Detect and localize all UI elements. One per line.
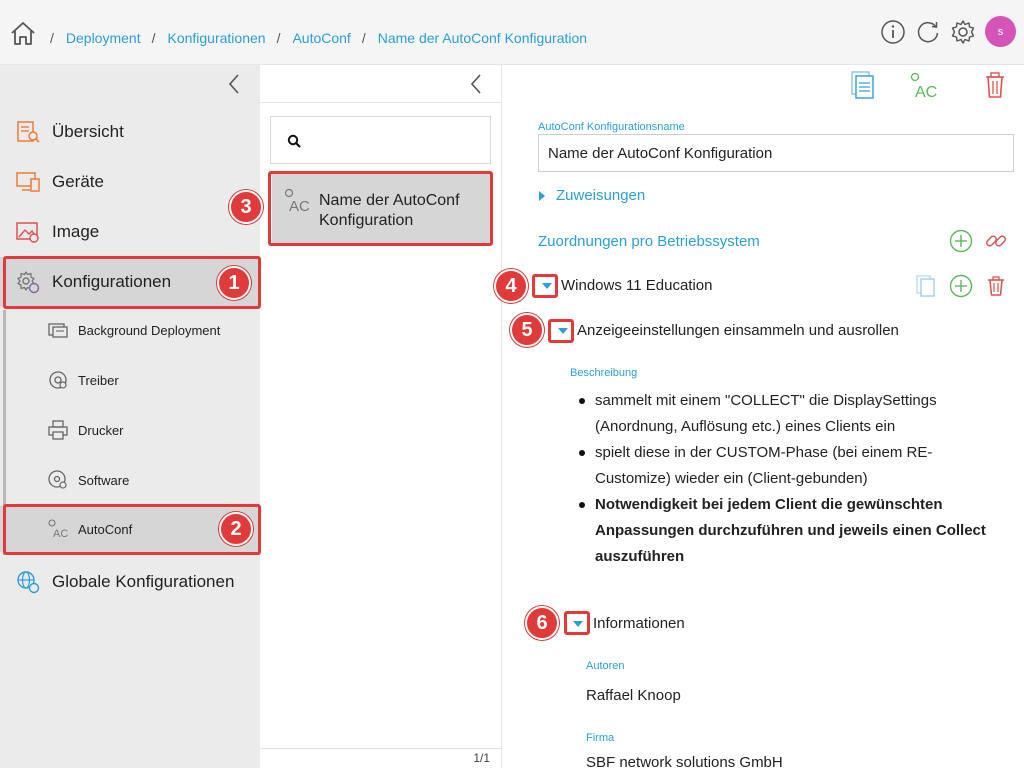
breadcrumb-autoconf[interactable]: AutoConf — [292, 30, 350, 46]
callout-badge-4: 4 — [494, 269, 528, 303]
sidebar-subitem-drucker[interactable]: Drucker — [0, 417, 260, 443]
list-item: sammelt mit einem "COLLECT" die DisplayS… — [577, 388, 997, 440]
zuordnungen-heading: Zuordnungen pro Betriebssystem — [538, 233, 760, 250]
callout-frame-6 — [564, 611, 590, 635]
list-item: spielt diese in der CUSTOM-Phase (bei ei… — [577, 440, 997, 492]
search-icon — [287, 134, 301, 148]
firma-label: Firma — [586, 732, 615, 744]
zuweisungen-toggle[interactable]: Zuweisungen — [539, 187, 645, 204]
sidebar-item-globale-konfigurationen[interactable]: Globale Konfigurationen — [0, 567, 260, 597]
global-config-icon — [17, 571, 40, 594]
copy-document-icon[interactable] — [848, 70, 878, 100]
printer-icon — [48, 420, 68, 440]
list-header — [260, 65, 502, 103]
add-icon[interactable] — [949, 274, 973, 298]
callout-badge-2: 2 — [219, 512, 253, 546]
autoconf-action-icon[interactable]: AC — [908, 70, 938, 100]
callout-badge-6: 6 — [525, 606, 559, 640]
zuweisungen-label: Zuweisungen — [556, 187, 646, 204]
background-deployment-icon — [48, 323, 68, 338]
copy-icon[interactable] — [914, 274, 938, 298]
sidebar-subitem-background-deployment[interactable]: Background Deployment — [0, 317, 260, 343]
info-row-label: Informationen — [593, 615, 685, 632]
avatar[interactable]: s — [985, 16, 1016, 47]
sidebar-subitem-label: Background Deployment — [78, 322, 221, 338]
detail-panel: AC AutoConf Konfigurationsname Zuweisung… — [503, 65, 1024, 768]
autoren-label: Autoren — [586, 660, 625, 672]
pagination-bar: 1/1 — [260, 748, 502, 768]
software-icon — [48, 470, 67, 489]
overview-icon — [17, 121, 40, 143]
sidebar-subitem-treiber[interactable]: Treiber — [0, 367, 260, 393]
sidebar: Übersicht Geräte Image Konfigurationen B… — [0, 65, 260, 768]
search-input[interactable] — [309, 127, 484, 153]
setting-row-label: Anzeigeeinstellungen einsammeln und ausr… — [577, 322, 899, 339]
configuration-name-input[interactable] — [538, 134, 1014, 172]
sidebar-subitem-label: Software — [78, 472, 130, 488]
top-bar: / Deployment / Konfigurationen / AutoCon… — [0, 0, 1024, 65]
sidebar-item-uebersicht[interactable]: Übersicht — [0, 117, 260, 147]
breadcrumb-deployment[interactable]: Deployment — [66, 30, 141, 46]
callout-frame-4 — [532, 274, 558, 298]
sidebar-subitem-label: Treiber — [78, 372, 119, 388]
add-icon[interactable] — [949, 229, 973, 253]
breadcrumb: / Deployment / Konfigurationen / AutoCon… — [50, 30, 588, 46]
sidebar-item-label: Globale Konfigurationen — [52, 572, 235, 591]
sidebar-subitem-software[interactable]: Software — [0, 467, 260, 493]
autoren-value: Raffael Knoop — [586, 687, 681, 704]
os-row-actions — [903, 274, 1008, 298]
delete-icon[interactable] — [980, 70, 1010, 100]
sidebar-item-label: Image — [52, 222, 100, 241]
search-box — [270, 116, 491, 164]
delete-icon[interactable] — [984, 274, 1008, 298]
info-icon[interactable] — [880, 19, 906, 45]
detail-action-bar: AC — [848, 69, 1024, 101]
sidebar-item-label: Übersicht — [52, 122, 124, 141]
sidebar-item-label: Geräte — [52, 172, 104, 191]
callout-frame-5 — [548, 319, 574, 343]
svg-text:AC: AC — [915, 84, 937, 100]
gear-icon[interactable] — [950, 19, 976, 45]
home-icon[interactable] — [9, 20, 37, 46]
collapse-list-icon[interactable] — [468, 73, 484, 95]
name-field-label: AutoConf Konfigurationsname — [538, 121, 685, 133]
pagination-text: 1/1 — [473, 751, 490, 765]
callout-badge-1: 1 — [217, 266, 251, 300]
image-icon — [16, 222, 39, 243]
callout-frame-3 — [268, 171, 493, 246]
collapse-sidebar-icon[interactable] — [226, 73, 242, 95]
sidebar-item-image[interactable]: Image — [0, 217, 260, 247]
sidebar-subitem-label: Drucker — [78, 422, 124, 438]
refresh-icon[interactable] — [915, 19, 941, 45]
caret-right-icon — [539, 190, 545, 201]
callout-badge-3: 3 — [229, 190, 263, 224]
list-item: Notwendigkeit bei jedem Client die gewün… — [577, 492, 997, 570]
driver-icon — [49, 371, 67, 389]
top-toolbar: s — [871, 16, 1016, 47]
callout-badge-5: 5 — [510, 313, 544, 347]
beschreibung-label: Beschreibung — [570, 367, 638, 379]
sidebar-item-geraete[interactable]: Geräte — [0, 167, 260, 197]
zuordnungen-actions — [938, 229, 1008, 253]
devices-icon — [16, 172, 40, 192]
description-list: sammelt mit einem "COLLECT" die DisplayS… — [577, 388, 997, 570]
breadcrumb-konfigurationen[interactable]: Konfigurationen — [167, 30, 265, 46]
link-icon[interactable] — [984, 229, 1008, 253]
os-row-label: Windows 11 Education — [561, 277, 713, 294]
firma-value: SBF network solutions GmbH — [586, 754, 783, 768]
breadcrumb-current[interactable]: Name der AutoConf Konfiguration — [378, 30, 587, 46]
